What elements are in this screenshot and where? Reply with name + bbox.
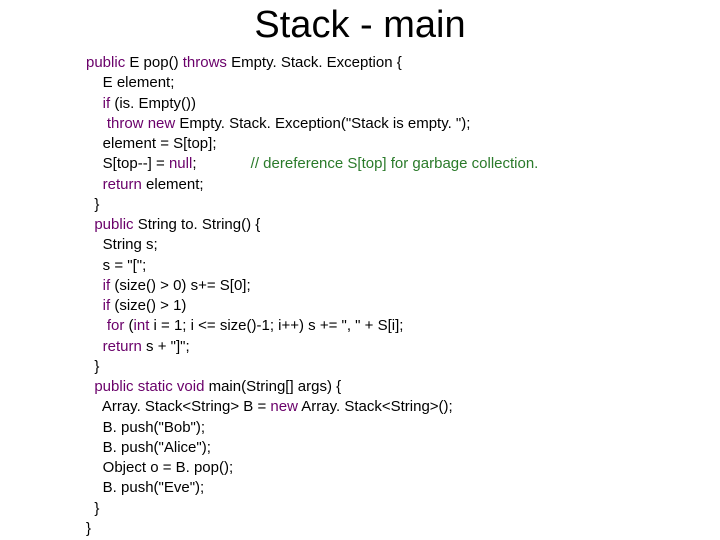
code-text: B. push("Bob"); bbox=[86, 419, 205, 436]
code-text: Empty. Stack. Exception("Stack is empty.… bbox=[175, 115, 470, 132]
code-text: Array. Stack<String>(); bbox=[298, 398, 453, 415]
code-text: } bbox=[86, 196, 99, 213]
slide: Stack - main public E pop() throws Empty… bbox=[0, 4, 720, 540]
kw-int: int bbox=[134, 317, 150, 334]
kw-if: if bbox=[86, 95, 110, 112]
code-text: element = S[top]; bbox=[86, 135, 217, 152]
code-text: main(String[] args) { bbox=[204, 378, 341, 395]
kw-public: public bbox=[86, 54, 125, 71]
kw-static: static bbox=[138, 378, 173, 395]
code-text: Array. Stack<String> B = bbox=[86, 398, 270, 415]
code-text: (is. Empty()) bbox=[110, 95, 196, 112]
code-text: ( bbox=[124, 317, 133, 334]
code-text: } bbox=[86, 500, 99, 517]
code-text: ; bbox=[192, 155, 250, 172]
kw-throws: throws bbox=[183, 54, 227, 71]
code-text: String s; bbox=[86, 236, 158, 253]
code-text: } bbox=[86, 358, 99, 375]
kw-if: if bbox=[86, 297, 110, 314]
kw-new: new bbox=[148, 115, 176, 132]
code-comment: // dereference S[top] for garbage collec… bbox=[251, 155, 539, 172]
kw-null: null bbox=[169, 155, 192, 172]
code-text: String to. String() { bbox=[134, 216, 261, 233]
code-text: s = "["; bbox=[86, 257, 146, 274]
code-text: E element; bbox=[86, 74, 174, 91]
code-text: Object o = B. pop(); bbox=[86, 459, 233, 476]
kw-return: return bbox=[86, 338, 142, 355]
kw-public: public bbox=[86, 216, 134, 233]
kw-new: new bbox=[270, 398, 298, 415]
code-text: (size() > 1) bbox=[110, 297, 186, 314]
kw-if: if bbox=[86, 277, 110, 294]
code-text: B. push("Alice"); bbox=[86, 439, 211, 456]
code-text: B. push("Eve"); bbox=[86, 479, 204, 496]
kw-void: void bbox=[177, 378, 205, 395]
kw-public: public bbox=[86, 378, 134, 395]
code-text: E pop() bbox=[125, 54, 183, 71]
code-text: s + "]"; bbox=[142, 338, 190, 355]
code-block: public E pop() throws Empty. Stack. Exce… bbox=[86, 53, 720, 539]
kw-throw: throw bbox=[86, 115, 144, 132]
kw-for: for bbox=[86, 317, 124, 334]
code-text: element; bbox=[142, 176, 204, 193]
code-text: Empty. Stack. Exception { bbox=[227, 54, 402, 71]
code-text: (size() > 0) s+= S[0]; bbox=[110, 277, 250, 294]
code-text: S[top--] = bbox=[86, 155, 169, 172]
kw-return: return bbox=[86, 176, 142, 193]
slide-title: Stack - main bbox=[0, 4, 720, 47]
code-text: i = 1; i <= size()-1; i++) s += ", " + S… bbox=[149, 317, 403, 334]
code-text: } bbox=[86, 520, 91, 537]
